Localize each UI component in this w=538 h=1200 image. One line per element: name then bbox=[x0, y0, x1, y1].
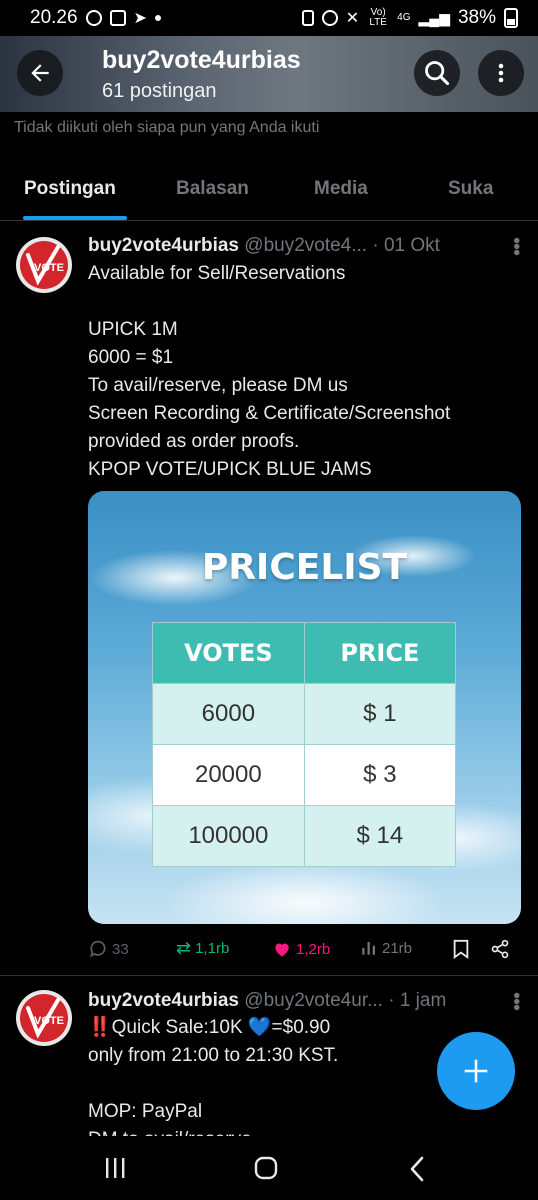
recent-apps-button[interactable] bbox=[104, 1156, 126, 1187]
lock-icon bbox=[301, 10, 314, 26]
reply-icon bbox=[90, 940, 106, 958]
svg-text:VOTE: VOTE bbox=[34, 1015, 64, 1027]
pricelist-votes-cell: 6000 bbox=[152, 683, 305, 745]
post-header: buy2vote4urbias @buy2vote4ur... · 1 jam bbox=[88, 990, 446, 1012]
search-button[interactable] bbox=[414, 50, 460, 96]
home-button[interactable] bbox=[254, 1156, 278, 1187]
active-tab-indicator bbox=[23, 216, 127, 220]
profile-header: buy2vote4urbias 61 postingan bbox=[0, 36, 538, 112]
back-button[interactable] bbox=[17, 50, 63, 96]
reply-button[interactable]: 33 bbox=[88, 939, 129, 959]
tab-likes[interactable]: Suka bbox=[448, 178, 493, 200]
bookmark-button[interactable] bbox=[452, 939, 470, 959]
table-row: 100000 $ 14 bbox=[152, 805, 457, 867]
alarm-icon bbox=[321, 10, 338, 26]
pricelist-table: VOTES PRICE 6000 $ 1 20000 $ 3 100000 $ … bbox=[152, 622, 457, 867]
tab-media[interactable]: Media bbox=[314, 178, 368, 200]
tab-posts[interactable]: Postingan bbox=[24, 178, 116, 200]
pricelist-header-price: PRICE bbox=[303, 622, 457, 684]
tab-replies[interactable]: Balasan bbox=[176, 178, 249, 200]
pricelist-price-cell: $ 14 bbox=[303, 805, 457, 867]
repost-count: 1,1rb bbox=[195, 939, 230, 957]
share-icon bbox=[491, 939, 509, 959]
post-header: buy2vote4urbias @buy2vote4... · 01 Okt bbox=[88, 235, 440, 257]
pricelist-title: PRICELIST bbox=[201, 547, 408, 588]
vote-logo-graphic: VOTE bbox=[26, 998, 64, 1039]
pricelist-price-cell: $ 3 bbox=[303, 744, 457, 806]
clock: 20.26 bbox=[30, 7, 78, 28]
vote-logo-graphic: VOTE bbox=[26, 245, 64, 286]
repost-icon: ⇄ bbox=[176, 938, 192, 958]
mute-icon: ✕ bbox=[345, 10, 360, 27]
bookmark-icon bbox=[453, 939, 469, 959]
post-more-icon[interactable]: ••• bbox=[504, 237, 527, 255]
profile-name: buy2vote4urbias bbox=[102, 46, 301, 74]
profile-tabs: Postingan Balasan Media Suka bbox=[0, 160, 538, 221]
search-icon bbox=[425, 61, 450, 86]
recent-apps-icon bbox=[106, 1158, 125, 1178]
plus-icon bbox=[464, 1059, 488, 1083]
table-row: 20000 $ 3 bbox=[152, 744, 457, 806]
vote-logo: VOTE bbox=[20, 241, 68, 289]
pricelist-header-votes: VOTES bbox=[152, 622, 305, 684]
avatar[interactable]: VOTE bbox=[16, 237, 72, 293]
repost-button[interactable]: ⇄ 1,1rb bbox=[176, 939, 229, 957]
analytics-icon bbox=[362, 942, 375, 955]
post-time[interactable]: · 1 jam bbox=[388, 990, 446, 1011]
pricelist-votes-cell: 20000 bbox=[152, 744, 305, 806]
share-button[interactable] bbox=[490, 939, 510, 959]
pricelist-price-cell: $ 1 bbox=[303, 683, 457, 745]
telegram-icon: ➤ bbox=[133, 10, 147, 27]
reply-count: 33 bbox=[112, 940, 129, 958]
system-navigation-bar bbox=[0, 1136, 538, 1200]
vote-logo: VOTE bbox=[20, 994, 68, 1042]
post-more-icon[interactable]: ••• bbox=[504, 992, 527, 1010]
signal-icon: ▂▄▆ bbox=[418, 9, 450, 26]
table-row: 6000 $ 1 bbox=[152, 683, 457, 745]
like-count: 1,2rb bbox=[296, 940, 331, 958]
views-button[interactable]: 21rb bbox=[360, 939, 412, 957]
post-author[interactable]: buy2vote4urbias bbox=[88, 990, 239, 1011]
pricelist-votes-cell: 100000 bbox=[152, 805, 305, 867]
battery-percent: 38% bbox=[457, 7, 496, 28]
chevron-left-icon bbox=[410, 1156, 424, 1182]
avatar[interactable]: VOTE bbox=[16, 990, 72, 1046]
post-handle[interactable]: @buy2vote4... bbox=[244, 235, 367, 256]
home-icon bbox=[254, 1156, 278, 1180]
followers-you-know-note: Tidak diikuti oleh siapa pun yang Anda i… bbox=[14, 119, 320, 136]
gallery-icon bbox=[109, 10, 126, 26]
more-options-button[interactable] bbox=[478, 50, 524, 96]
compose-post-button[interactable] bbox=[437, 1032, 515, 1110]
svg-text:VOTE: VOTE bbox=[34, 262, 64, 274]
more-vertical-icon bbox=[498, 63, 504, 83]
post-image-pricelist[interactable]: PRICELIST VOTES PRICE 6000 $ 1 20000 $ 3… bbox=[88, 491, 521, 924]
post-text: Available for Sell/Reservations UPICK 1M… bbox=[88, 263, 451, 480]
battery-icon bbox=[504, 8, 518, 28]
post-count: 61 postingan bbox=[102, 80, 217, 102]
back-nav-button[interactable] bbox=[408, 1156, 426, 1189]
post-author[interactable]: buy2vote4urbias bbox=[88, 235, 239, 256]
status-bar: 20.26 ➤ ✕ Vo) LTE 4G ▂▄▆ 38% bbox=[0, 0, 538, 36]
post-handle[interactable]: @buy2vote4ur... bbox=[244, 990, 383, 1011]
notification-dot-icon bbox=[154, 15, 161, 21]
post-actions: 33 ⇄ 1,1rb 1,2rb 21rb bbox=[88, 939, 518, 963]
network-4g-label: 4G bbox=[397, 12, 411, 23]
post[interactable]: VOTE buy2vote4urbias @buy2vote4... · 01 … bbox=[0, 221, 538, 976]
views-count: 21rb bbox=[382, 939, 413, 957]
whatsapp-icon bbox=[85, 10, 102, 26]
post-time[interactable]: · 01 Okt bbox=[372, 235, 440, 256]
heart-icon bbox=[275, 943, 289, 957]
volte-label: Vo) LTE bbox=[369, 7, 387, 28]
like-button[interactable]: 1,2rb bbox=[272, 939, 330, 959]
arrow-left-icon bbox=[31, 64, 49, 82]
